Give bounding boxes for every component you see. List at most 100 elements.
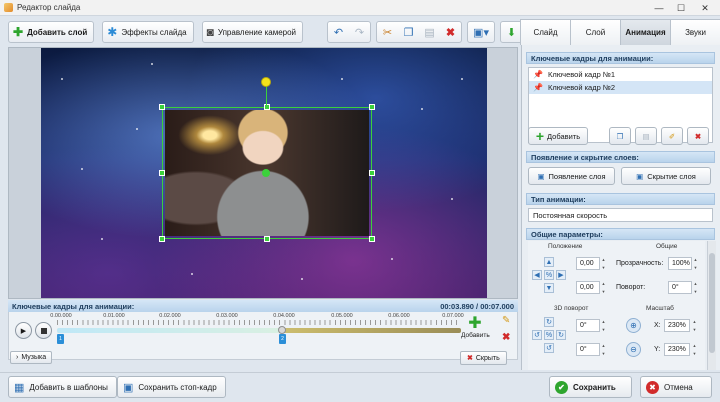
arrow-left-icon[interactable]: ◀ <box>532 270 542 280</box>
spin-icon[interactable]: ▲ ▼ <box>691 319 698 332</box>
resize-handle[interactable] <box>369 170 375 176</box>
add-layer-button[interactable]: ✚ Добавить слой <box>8 21 95 43</box>
pin-icon: 📌 <box>533 83 543 92</box>
appear-layer-button[interactable]: ▣ Появление слоя <box>528 167 615 185</box>
spin-icon[interactable]: ▲ ▼ <box>692 281 699 294</box>
rotate-3d-left-icon[interactable]: ↺ <box>532 330 542 340</box>
cancel-button[interactable]: ✖ Отмена <box>640 376 712 398</box>
rotation-field[interactable]: 0° <box>668 281 692 294</box>
scale-y-label: Y: <box>654 346 661 353</box>
arrow-down-icon[interactable]: ▼ <box>544 283 554 293</box>
resize-handle[interactable] <box>159 236 165 242</box>
hide-layer-button[interactable]: ▣ Скрытие слоя <box>621 167 711 185</box>
spin-icon[interactable]: ▲ ▼ <box>600 319 607 332</box>
close-button[interactable]: ✕ <box>692 1 718 15</box>
rotation-handle[interactable] <box>261 77 271 87</box>
keyframe-list-item[interactable]: 📌 Ключевой кадр №2 <box>529 81 712 94</box>
keyframe-marker-1[interactable]: 1 <box>57 334 64 344</box>
resize-handle[interactable] <box>264 104 270 110</box>
arrow-right-icon[interactable]: ▶ <box>556 270 566 280</box>
rotation3d-title: 3D поворот <box>554 305 589 312</box>
scale-y-field[interactable]: 230% <box>664 343 690 356</box>
tick-label: 0.01.000 <box>103 313 125 319</box>
rotate-3d-right-icon[interactable]: ↻ <box>556 330 566 340</box>
play-button[interactable]: ▶ <box>15 322 32 339</box>
save-frame-button[interactable]: ▣ Сохранить стоп-кадр <box>117 376 226 398</box>
window-title: Редактор слайда <box>17 3 81 12</box>
rotation3d-field-1[interactable]: 0° <box>576 319 600 332</box>
add-to-templates-button[interactable]: ▦ Добавить в шаблоны <box>8 376 117 398</box>
stop-button[interactable] <box>35 322 52 339</box>
delete-keyframe-button[interactable]: ✖ <box>687 127 709 145</box>
title-bar: Редактор слайда — ☐ ✕ <box>0 0 720 16</box>
tick-label: 0.06.000 <box>388 313 410 319</box>
playhead[interactable] <box>278 326 286 334</box>
resize-handle[interactable] <box>369 104 375 110</box>
play-icon: ▶ <box>20 327 27 335</box>
tab-animation[interactable]: Анимация <box>620 19 671 45</box>
rotate-3d-down-icon[interactable]: ↺ <box>544 343 554 353</box>
slide-canvas[interactable] <box>41 48 487 298</box>
move-down-icon[interactable]: ⬇ <box>501 22 522 42</box>
brush-icon[interactable]: ✐ <box>661 127 683 145</box>
resize-handle[interactable] <box>264 236 270 242</box>
paste-keyframe-button[interactable]: ▤ <box>635 127 657 145</box>
resize-handle[interactable] <box>159 170 165 176</box>
music-button[interactable]: › Музыка <box>10 351 53 364</box>
tab-bar: Слайд Слой Анимация Звуки <box>520 19 720 45</box>
anim-type-select[interactable]: Постоянная скорость <box>528 208 713 222</box>
spin-icon[interactable]: ▲ ▼ <box>600 343 607 356</box>
spin-icon[interactable]: ▲ ▼ <box>692 257 699 270</box>
panel-scrollbar[interactable] <box>707 241 716 370</box>
position-x-field[interactable]: 0,00 <box>576 257 600 270</box>
cut-icon[interactable]: ✂ <box>377 22 398 42</box>
scale-x-field[interactable]: 230% <box>664 319 690 332</box>
hide-timeline-button[interactable]: ✖ Скрыть <box>460 351 507 365</box>
tab-slide[interactable]: Слайд <box>520 19 571 45</box>
zoom-in-icon[interactable]: ⊕ <box>626 318 641 333</box>
properties-panel: Ключевые кадры для анимации: 📌 Ключевой … <box>521 45 720 370</box>
rotate-3d-up-icon[interactable]: ↻ <box>544 317 554 327</box>
plus-icon: + <box>535 128 545 144</box>
percent-icon[interactable]: % <box>544 330 554 340</box>
maximize-button[interactable]: ☐ <box>670 1 692 15</box>
copy-icon[interactable]: ❐ <box>398 22 419 42</box>
spin-icon[interactable]: ▲ ▼ <box>691 343 698 356</box>
add-keyframe-button[interactable]: + Добавить <box>528 127 588 145</box>
tab-sounds[interactable]: Звуки <box>670 19 720 45</box>
anchor-point[interactable] <box>262 169 270 177</box>
minimize-button[interactable]: — <box>648 1 670 15</box>
delete-keyframe-icon[interactable]: ✖ <box>502 332 510 343</box>
edit-icon[interactable]: ✎ <box>502 315 510 326</box>
rotation3d-field-2[interactable]: 0° <box>576 343 600 356</box>
music-row: › Музыка ✖ Скрыть <box>8 350 518 366</box>
copy-keyframe-button[interactable]: ❐ <box>609 127 631 145</box>
undo-icon[interactable]: ↶ <box>328 22 349 42</box>
save-button[interactable]: ✔ Сохранить <box>549 376 632 398</box>
common-title: Общие <box>656 243 678 250</box>
tab-layer[interactable]: Слой <box>570 19 621 45</box>
spin-icon[interactable]: ▲ ▼ <box>600 281 607 294</box>
slide-effects-button[interactable]: ✱ Эффекты слайда <box>102 21 194 43</box>
delete-icon[interactable]: ✖ <box>440 22 461 42</box>
resize-handle[interactable] <box>369 236 375 242</box>
position-y-field[interactable]: 0,00 <box>576 281 600 294</box>
scrollbar-thumb[interactable] <box>709 253 715 353</box>
resize-handle[interactable] <box>159 104 165 110</box>
hide-icon: ▣ <box>636 171 644 181</box>
camera-control-button[interactable]: ◙ Управление камерой <box>201 21 304 43</box>
spin-icon[interactable]: ▲ ▼ <box>600 257 607 270</box>
plus-icon: ✚ <box>13 25 24 39</box>
keyframe-marker-2[interactable]: 2 <box>279 334 286 344</box>
redo-icon[interactable]: ↷ <box>349 22 370 42</box>
keyframe-list-item[interactable]: 📌 Ключевой кадр №1 <box>529 68 712 81</box>
tick-marks <box>57 320 461 325</box>
timeline-add-button[interactable]: ✚ Добавить <box>461 316 490 340</box>
zoom-out-icon[interactable]: ⊖ <box>626 342 641 357</box>
arrow-up-icon[interactable]: ▲ <box>544 257 554 267</box>
fit-dropdown-icon[interactable]: ▣▾ <box>468 22 494 42</box>
transparency-field[interactable]: 100% <box>668 257 692 270</box>
timeline-ruler[interactable]: 0.00.000 0.01.000 0.02.000 0.03.000 0.04… <box>50 313 464 344</box>
paste-icon[interactable]: ▤ <box>419 22 440 42</box>
percent-icon[interactable]: % <box>544 270 554 280</box>
